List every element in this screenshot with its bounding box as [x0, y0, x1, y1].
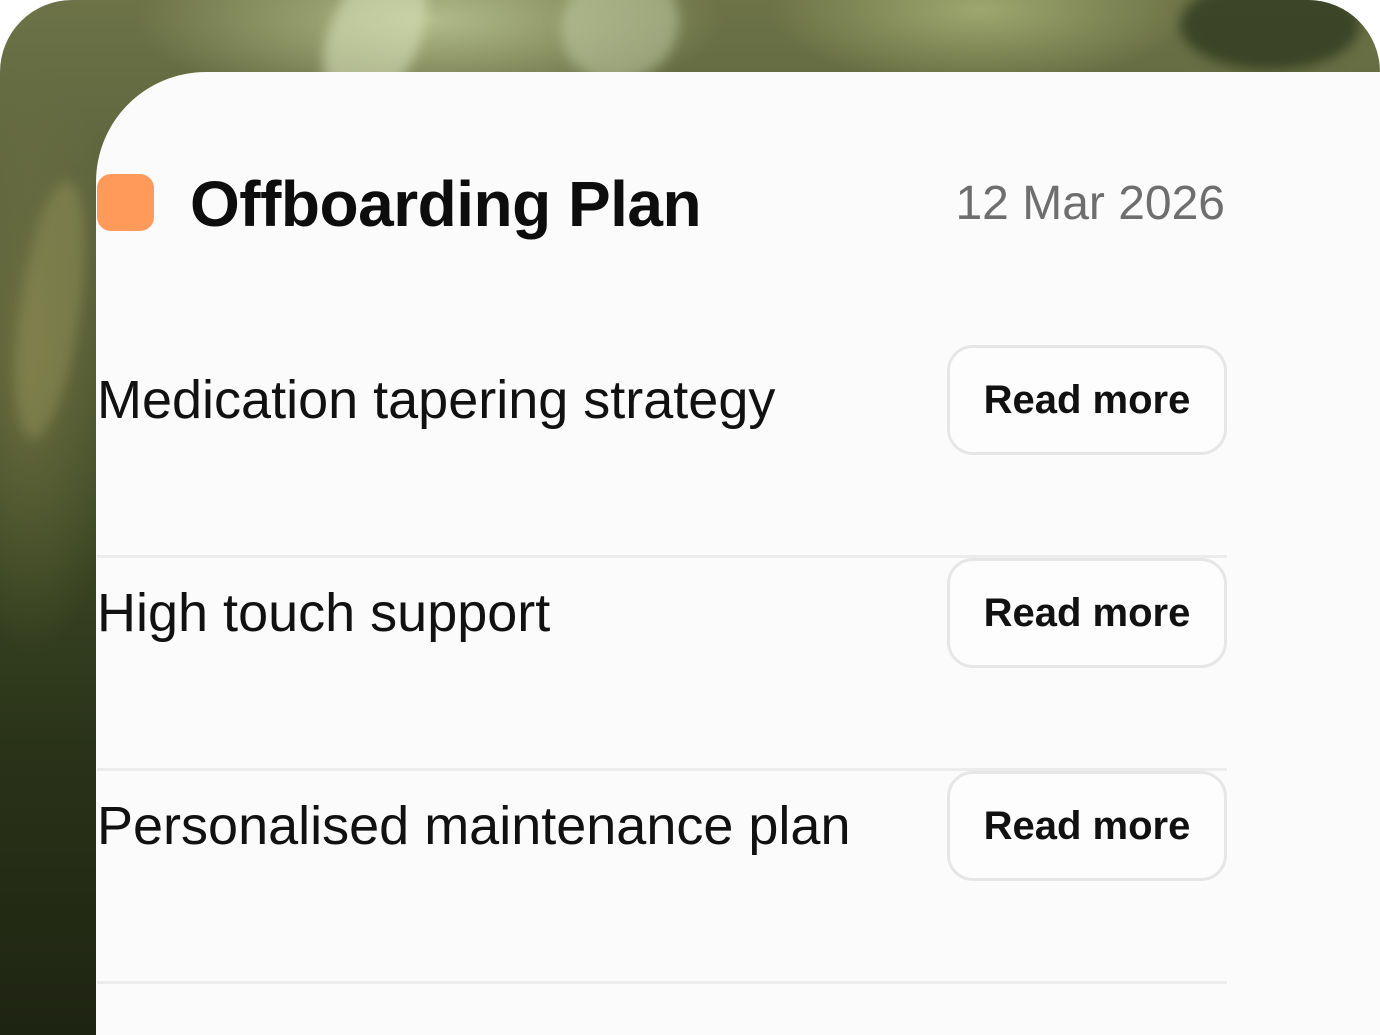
- read-more-button[interactable]: Read more: [947, 558, 1227, 668]
- list-item: High touch support Read more: [97, 558, 1227, 771]
- plan-items-list: Medication tapering strategy Read more H…: [97, 345, 1227, 984]
- leaf-shape: [1180, 0, 1360, 70]
- plan-date: 12 Mar 2026: [955, 177, 1225, 230]
- list-item-label: High touch support: [97, 583, 551, 643]
- list-item: Medication tapering strategy Read more: [97, 345, 1227, 558]
- card-header: Offboarding Plan 12 Mar 2026: [97, 166, 1225, 241]
- list-item: Personalised maintenance plan Read more: [97, 771, 1227, 984]
- leaf-shape: [2, 177, 98, 443]
- read-more-button[interactable]: Read more: [947, 345, 1227, 455]
- read-more-button[interactable]: Read more: [947, 771, 1227, 881]
- plan-color-badge: [97, 174, 154, 231]
- list-item-label: Personalised maintenance plan: [97, 796, 851, 856]
- list-item-label: Medication tapering strategy: [97, 370, 776, 430]
- plan-title: Offboarding Plan: [190, 168, 702, 240]
